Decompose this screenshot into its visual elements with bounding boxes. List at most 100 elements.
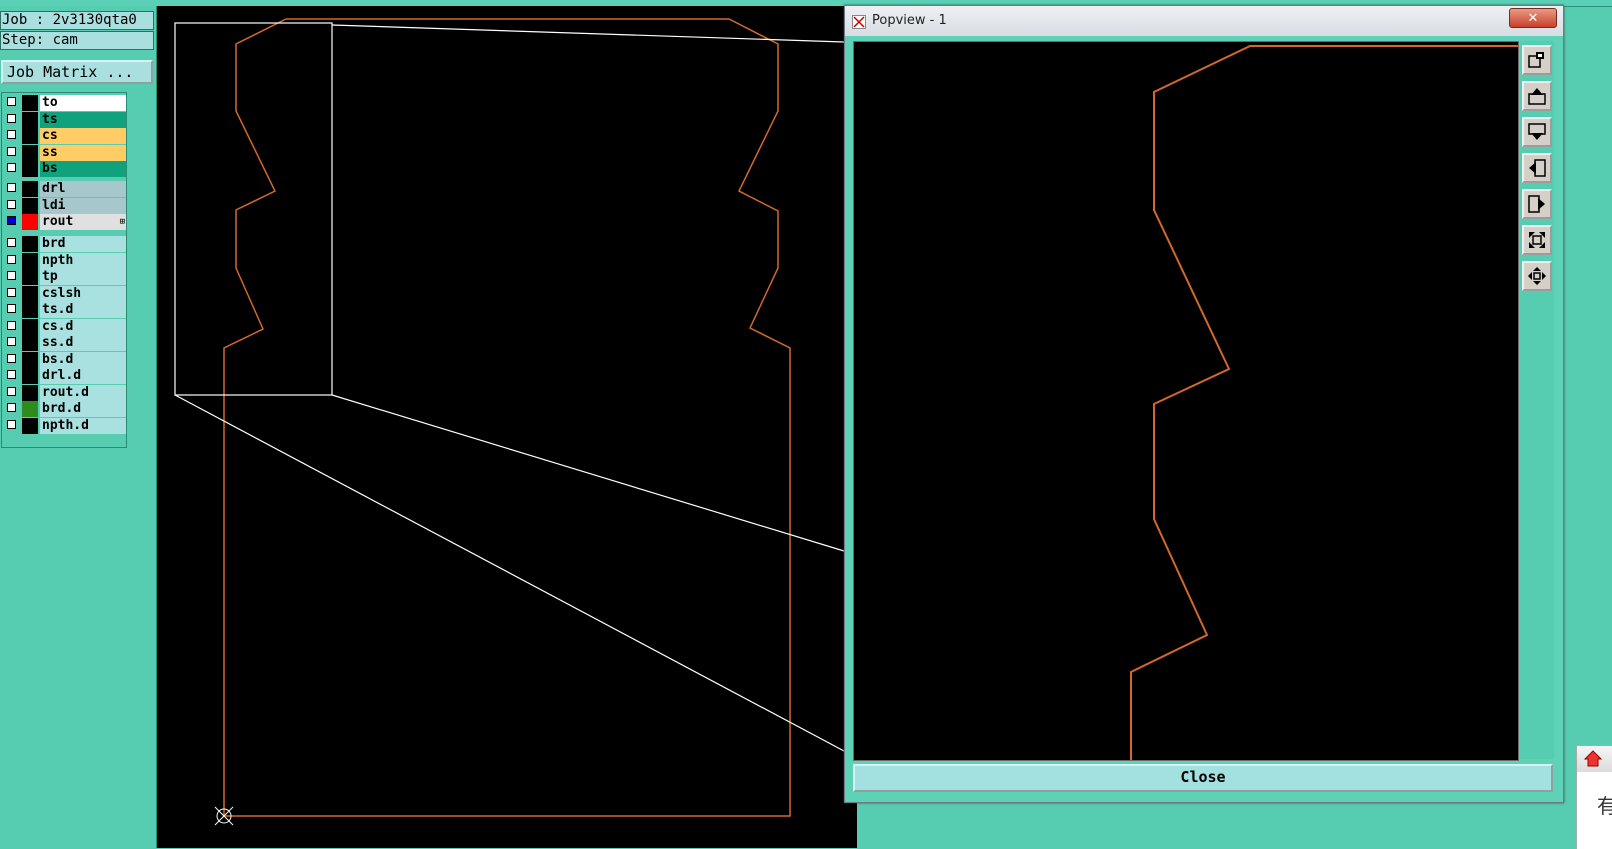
pan-up-icon[interactable] (1522, 81, 1552, 111)
pan-left-icon[interactable] (1522, 153, 1552, 183)
zoom-window-icon[interactable] (1522, 45, 1552, 75)
layer-name-text: cs (42, 128, 58, 143)
layer-row-ss-d[interactable]: ss.d (4, 335, 126, 351)
layer-row-ss[interactable]: ss (4, 144, 126, 161)
layer-row-brd[interactable]: brd (4, 236, 126, 252)
popview-canvas[interactable] (853, 41, 1519, 761)
layer-row-tp[interactable]: tp (4, 269, 126, 285)
layer-name[interactable]: rout.d (40, 384, 126, 401)
layer-row-bs-d[interactable]: bs.d (4, 351, 126, 368)
layer-name[interactable]: brd.d (40, 401, 126, 417)
layer-checkbox[interactable] (7, 403, 16, 412)
layer-checkbox[interactable] (7, 419, 16, 429)
pan-right-icon[interactable] (1522, 189, 1552, 219)
layer-row-ts[interactable]: ts (4, 111, 126, 128)
layer-name[interactable]: rout ⊞ (40, 214, 126, 230)
layer-row-cs-d[interactable]: cs.d (4, 318, 126, 335)
layer-row-bs[interactable]: bs (4, 161, 126, 177)
layer-name[interactable]: bs.d (40, 351, 126, 368)
pan-down-icon[interactable] (1522, 117, 1552, 147)
layer-row-ldi[interactable]: ldi (4, 197, 126, 214)
layer-checkbox[interactable] (7, 163, 16, 172)
layer-name[interactable]: npth (40, 252, 126, 269)
layer-color-swatch[interactable] (22, 417, 38, 434)
popview-close-button[interactable]: Close (853, 764, 1553, 792)
layer-checkbox[interactable] (7, 183, 16, 192)
layer-color-swatch[interactable] (22, 285, 38, 302)
layer-checkbox[interactable] (7, 146, 16, 156)
layer-row-brd-d[interactable]: brd.d (4, 401, 126, 417)
layer-color-swatch[interactable] (22, 181, 38, 197)
layer-name[interactable]: tp (40, 269, 126, 285)
popview-titlebar[interactable]: Popview - 1 ✕ (845, 6, 1563, 36)
layer-color-swatch[interactable] (22, 351, 38, 368)
layer-name[interactable]: brd (40, 236, 126, 252)
layer-color-swatch[interactable] (22, 197, 38, 214)
layer-name[interactable]: drl.d (40, 368, 126, 384)
window-close-button[interactable]: ✕ (1509, 8, 1557, 28)
layer-checkbox[interactable] (7, 271, 16, 280)
layer-name[interactable]: ts (40, 111, 126, 128)
layer-color-swatch[interactable] (22, 368, 38, 384)
layer-checkbox[interactable] (7, 216, 16, 225)
layer-row-rout[interactable]: rout ⊞ (4, 214, 126, 230)
layer-checkbox[interactable] (7, 130, 16, 139)
job-matrix-button[interactable]: Job Matrix ... (1, 60, 153, 84)
layer-color-swatch[interactable] (22, 269, 38, 285)
layer-checkbox[interactable] (7, 304, 16, 313)
layer-color-swatch[interactable] (22, 384, 38, 401)
layer-color-swatch[interactable] (22, 252, 38, 269)
layer-row-drl[interactable]: drl (4, 181, 126, 197)
layer-checkbox[interactable] (7, 113, 16, 123)
fit-all-icon[interactable] (1522, 225, 1552, 255)
layer-checkbox[interactable] (7, 370, 16, 379)
layer-color-swatch[interactable] (22, 236, 38, 252)
layer-row-cslsh[interactable]: cslsh (4, 285, 126, 302)
layer-color-swatch[interactable] (22, 95, 38, 111)
layer-row-cs[interactable]: cs (4, 128, 126, 144)
layer-color-swatch[interactable] (22, 318, 38, 335)
layer-color-swatch[interactable] (22, 302, 38, 318)
layer-row-ts-d[interactable]: ts.d (4, 302, 126, 318)
layer-row-drl-d[interactable]: drl.d (4, 368, 126, 384)
layer-name[interactable]: ldi (40, 197, 126, 214)
layer-name[interactable]: ss (40, 144, 126, 161)
layer-color-swatch[interactable] (22, 401, 38, 417)
layer-checkbox[interactable] (7, 386, 16, 396)
layer-checkbox[interactable] (7, 199, 16, 209)
layer-name[interactable]: drl (40, 181, 126, 197)
layer-name-text: ldi (42, 197, 66, 213)
layer-name[interactable]: ss.d (40, 335, 126, 351)
layer-checkbox[interactable] (7, 337, 16, 346)
zoom-home-icon[interactable] (1522, 261, 1552, 291)
layer-row-npth-d[interactable]: npth.d (4, 417, 126, 434)
layer-name[interactable]: bs (40, 161, 126, 177)
layer-checkbox[interactable] (7, 238, 16, 247)
layer-name-text: ss (42, 144, 58, 160)
graphic-canvas[interactable] (157, 6, 857, 848)
layer-name[interactable]: cs.d (40, 318, 126, 335)
layer-name[interactable]: npth.d (40, 417, 126, 434)
layer-color-swatch[interactable] (22, 128, 38, 144)
layer-color-swatch[interactable] (22, 111, 38, 128)
layer-row-rout-d[interactable]: rout.d (4, 384, 126, 401)
layer-color-swatch[interactable] (22, 161, 38, 177)
layer-checkbox[interactable] (7, 320, 16, 330)
layer-name[interactable]: ts.d (40, 302, 126, 318)
layer-checkbox[interactable] (7, 97, 16, 106)
layer-color-swatch[interactable] (22, 144, 38, 161)
layer-name[interactable]: to (40, 95, 126, 111)
layer-checkbox[interactable] (7, 353, 16, 363)
zoomed-outline (1130, 45, 1518, 760)
layer-color-swatch[interactable] (22, 214, 38, 230)
layer-checkbox[interactable] (7, 287, 16, 297)
layer-name[interactable]: cs (40, 128, 126, 144)
zoom-line-top (331, 24, 845, 43)
layer-name[interactable]: cslsh (40, 285, 126, 302)
notification-popup[interactable]: 有 (1576, 745, 1612, 849)
layer-checkbox[interactable] (7, 254, 16, 264)
board-outline (223, 18, 791, 817)
layer-row-to[interactable]: to (4, 95, 126, 111)
layer-color-swatch[interactable] (22, 335, 38, 351)
layer-row-npth[interactable]: npth (4, 252, 126, 269)
